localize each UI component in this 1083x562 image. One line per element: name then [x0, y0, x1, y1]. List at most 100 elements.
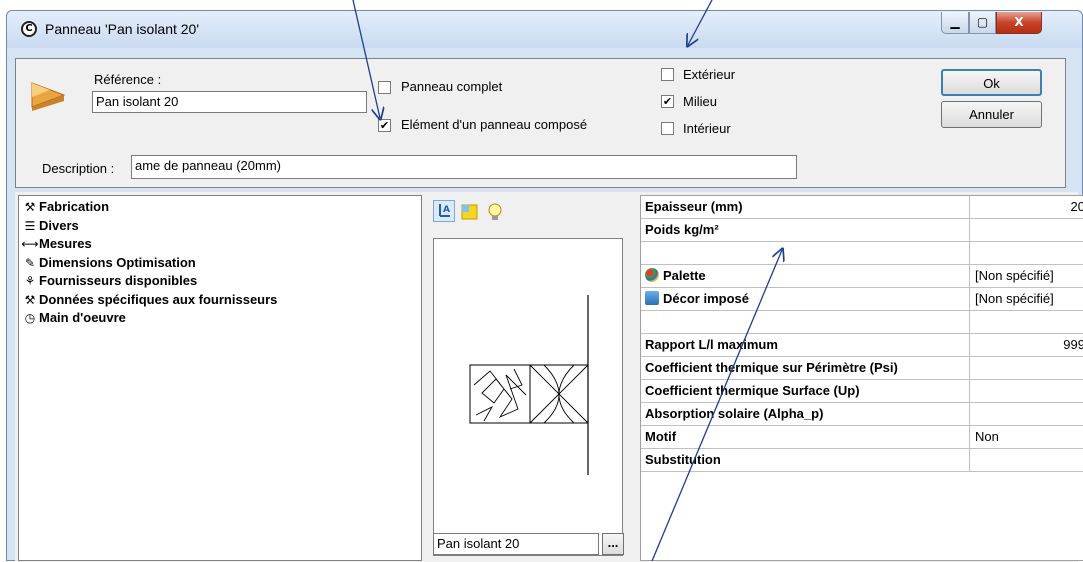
property-name-text: Palette: [663, 268, 706, 283]
property-value[interactable]: 20: [971, 196, 1083, 218]
lightbulb-icon: [488, 203, 502, 220]
property-value[interactable]: [971, 311, 1083, 333]
property-row[interactable]: Palette [Non spécifié]: [641, 265, 1083, 288]
property-name: [641, 311, 970, 333]
content-panel: ⚒ Fabrication ☰ Divers ⟷Mesures ✎ Dimensions O…: [15, 192, 1083, 562]
property-name-text: Epaisseur (mm): [645, 199, 743, 214]
browse-button[interactable]: ...: [602, 533, 624, 555]
mesures-icon: ⟷: [21, 237, 39, 251]
property-value[interactable]: [Non spécifié]: [971, 288, 1083, 310]
property-name-text: Poids kg/m²: [645, 222, 719, 237]
property-name: Palette: [641, 265, 970, 287]
property-name: Rapport L/l maximum: [641, 334, 970, 356]
header-panel: Référence : Pan isolant 20 Panneau compl…: [15, 58, 1066, 188]
property-value[interactable]: 999: [971, 334, 1083, 356]
panneau-complet-label: Panneau complet: [401, 79, 503, 94]
preview-area: A Pan isolant 20 ...: [428, 195, 633, 561]
properties-grid: Epaisseur (mm) 20 Poids kg/m² Palette [Non s…: [640, 195, 1083, 561]
palette-icon: [645, 268, 659, 282]
property-row[interactable]: Motif Non: [641, 426, 1083, 449]
tree-item-label: Main d'oeuvre: [39, 310, 126, 325]
element-compose-label: Elément d'un panneau composé: [401, 117, 588, 132]
tree-item-label: Fournisseurs disponibles: [39, 273, 198, 288]
property-value[interactable]: [Non spécifié]: [971, 265, 1083, 287]
tree-item-0[interactable]: ⚒ Fabrication: [21, 198, 109, 216]
property-row[interactable]: [641, 242, 1083, 265]
ok-button[interactable]: Ok: [941, 69, 1042, 96]
tree-item-4[interactable]: ⚘ Fournisseurs disponibles: [21, 272, 198, 290]
property-name: Absorption solaire (Alpha_p): [641, 403, 970, 425]
window-title: Panneau 'Pan isolant 20': [45, 21, 200, 37]
donnees-icon: ⚒: [24, 292, 36, 307]
orientation-icon: A: [439, 204, 450, 217]
panel-section-drawing: [469, 295, 589, 475]
property-name-text: Décor imposé: [663, 291, 749, 306]
milieu-checkbox[interactable]: ✔: [661, 95, 674, 108]
property-row[interactable]: Coefficient thermique sur Périmètre (Psi…: [641, 357, 1083, 380]
tree-item-3[interactable]: ✎ Dimensions Optimisation: [21, 254, 196, 272]
property-name-text: Motif: [645, 429, 677, 444]
tree-item-2[interactable]: ⟷Mesures: [21, 235, 92, 253]
property-value[interactable]: [971, 380, 1083, 402]
fournisseurs-icon: ⚘: [24, 274, 36, 288]
preview-name-input[interactable]: Pan isolant 20: [433, 533, 599, 555]
tree-item-5[interactable]: ⚒ Données spécifiques aux fournisseurs: [21, 291, 278, 309]
property-name-text: Substitution: [645, 452, 721, 467]
annuler-button[interactable]: Annuler: [941, 101, 1042, 128]
close-button[interactable]: X: [996, 12, 1042, 34]
minimize-button[interactable]: ▁: [941, 12, 969, 34]
divers-icon: ☰: [24, 218, 36, 233]
property-name: Coefficient thermique sur Périmètre (Psi…: [641, 357, 970, 379]
property-name-text: Absorption solaire (Alpha_p): [645, 406, 824, 421]
exterieur-label: Extérieur: [683, 67, 736, 82]
property-value[interactable]: [971, 357, 1083, 379]
property-row[interactable]: Poids kg/m²: [641, 219, 1083, 242]
panel-preview: [433, 238, 623, 556]
tree-item-6[interactable]: ◷ Main d'oeuvre: [21, 309, 126, 327]
property-value[interactable]: Non: [971, 426, 1083, 448]
property-row[interactable]: Epaisseur (mm) 20: [641, 196, 1083, 219]
property-row[interactable]: Absorption solaire (Alpha_p): [641, 403, 1083, 426]
category-tree: ⚒ Fabrication ☰ Divers ⟷Mesures ✎ Dimensions O…: [18, 195, 422, 561]
tree-item-label: Dimensions Optimisation: [39, 254, 196, 270]
property-name: Coefficient thermique Surface (Up): [641, 380, 970, 402]
app-icon: C: [21, 21, 37, 37]
element-compose-checkbox[interactable]: ✔: [378, 119, 391, 132]
property-value[interactable]: [971, 403, 1083, 425]
light-toggle-button[interactable]: [486, 202, 504, 222]
panneau-complet-checkbox[interactable]: [378, 81, 391, 94]
description-input[interactable]: ame de panneau (20mm): [131, 155, 797, 179]
color-toggle-button[interactable]: [460, 202, 480, 222]
property-row[interactable]: Coefficient thermique Surface (Up): [641, 380, 1083, 403]
property-row[interactable]: Rapport L/l maximum 999: [641, 334, 1083, 357]
property-value[interactable]: [971, 449, 1083, 471]
reference-input[interactable]: Pan isolant 20: [92, 91, 367, 113]
tree-item-label: Divers: [39, 217, 79, 233]
reference-label: Référence :: [94, 72, 162, 87]
tree-item-label: Données spécifiques aux fournisseurs: [39, 291, 278, 307]
paint-bucket-icon: [645, 291, 659, 305]
milieu-label: Milieu: [683, 94, 717, 109]
title-bar[interactable]: C Panneau 'Pan isolant 20' ▁ ▢ X: [7, 11, 1082, 48]
tree-item-label: Mesures: [39, 236, 92, 251]
property-value[interactable]: [971, 219, 1083, 241]
tree-item-1[interactable]: ☰ Divers: [21, 217, 79, 235]
color-square-icon: [461, 204, 478, 220]
interieur-checkbox[interactable]: [661, 122, 674, 135]
property-row[interactable]: Substitution: [641, 449, 1083, 472]
property-value[interactable]: [971, 242, 1083, 264]
property-name: Décor imposé: [641, 288, 970, 310]
exterieur-checkbox[interactable]: [661, 68, 674, 81]
interieur-label: Intérieur: [683, 121, 731, 136]
property-name-text: Coefficient thermique Surface (Up): [645, 383, 860, 398]
maximize-button[interactable]: ▢: [969, 12, 996, 34]
panel-icon: [31, 82, 66, 111]
dialog-window: C Panneau 'Pan isolant 20' ▁ ▢ X Référen…: [6, 10, 1083, 562]
svg-text:A: A: [443, 205, 450, 215]
property-name: Substitution: [641, 449, 970, 471]
property-row[interactable]: [641, 311, 1083, 334]
property-name-text: Coefficient thermique sur Périmètre (Psi…: [645, 360, 898, 375]
orientation-toggle-button[interactable]: A: [433, 200, 455, 222]
property-row[interactable]: Décor imposé [Non spécifié]: [641, 288, 1083, 311]
property-name: Poids kg/m²: [641, 219, 970, 241]
